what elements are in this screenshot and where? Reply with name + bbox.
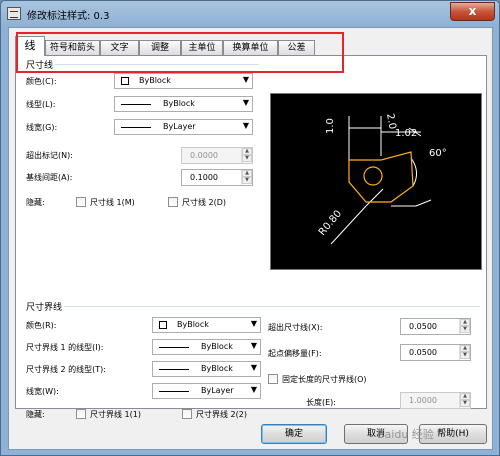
baseline-value: 0.1000 [190, 173, 218, 182]
lineweight-select[interactable]: ByLayer ▼ [114, 119, 253, 135]
ext-lineweight-label: 线宽(W): [26, 387, 59, 396]
tab-tolerances[interactable]: 公差 [278, 40, 315, 55]
suppress-ext-line-1-label: 尺寸界线 1(1) [90, 410, 141, 419]
watermark: Baidu 经验 [377, 428, 434, 441]
line-sample [121, 104, 151, 105]
spin-up-icon[interactable]: ▲ [242, 148, 252, 155]
preview-drawing: 1.0 2.0 1.02 60° R0.80 [317, 113, 447, 245]
extend-beyond-ticks-input[interactable]: 0.0000 ▲ ▼ [181, 147, 253, 164]
color-label: 颜色(C): [26, 77, 57, 86]
preview-angle: 60° [429, 148, 447, 159]
lineweight-label: 线宽(G): [26, 123, 58, 132]
line-sample [121, 127, 151, 128]
line-sample [159, 369, 189, 370]
length-label: 长度(E): [306, 398, 336, 407]
spin-down-icon[interactable]: ▼ [460, 400, 470, 407]
length-input[interactable]: 1.0000 ▲ ▼ [400, 392, 471, 409]
ext-linetype2-label: 尺寸界线 2 的线型(T): [26, 365, 106, 374]
dialog-window: 修改标注样式: 0.3 x 线 符号和箭头 文字 调整 主单位 换算单位 公差 … [0, 0, 500, 456]
spin-down-icon[interactable]: ▼ [460, 352, 470, 359]
group-divider [24, 306, 480, 307]
ext-lineweight-select[interactable]: ByLayer ▼ [152, 383, 261, 399]
chevron-down-icon: ▼ [242, 98, 249, 107]
extend-beyond-dim-label: 超出尺寸线(X): [268, 323, 323, 332]
preview-dim-c: 1.02 [395, 128, 417, 139]
ext-linetype1-select[interactable]: ByBlock ▼ [152, 339, 261, 355]
dimension-preview: 1.0 2.0 1.02 60° R0.80 [270, 93, 482, 270]
spin-up-icon[interactable]: ▲ [460, 393, 470, 400]
color-value: ByBlock [139, 76, 171, 85]
suppress-dim-line-2-checkbox[interactable] [168, 197, 178, 207]
baseline-spacing-input[interactable]: 0.1000 ▲ ▼ [181, 169, 253, 186]
spin-up-icon[interactable]: ▲ [242, 170, 252, 177]
ext-color-label: 颜色(R): [26, 321, 57, 330]
window-title: 修改标注样式: 0.3 [27, 11, 110, 22]
group-divider [24, 64, 259, 65]
tab-alternate-units[interactable]: 换算单位 [223, 40, 278, 55]
spin-down-icon[interactable]: ▼ [460, 326, 470, 333]
offset-value: 0.0500 [409, 348, 437, 357]
beyond-value: 0.0500 [409, 322, 437, 331]
suppress-ext-line-1-checkbox[interactable] [76, 409, 86, 419]
color-swatch [159, 321, 167, 329]
tab-symbols-arrows[interactable]: 符号和箭头 [45, 40, 100, 55]
ext-color-select[interactable]: ByBlock ▼ [152, 317, 261, 333]
linetype-select[interactable]: ByBlock ▼ [114, 96, 253, 112]
baseline-spacing-label: 基线间距(A): [26, 173, 73, 182]
linetype-value: ByBlock [163, 99, 195, 108]
extend-value: 0.0000 [190, 151, 218, 160]
suppress-ext-line-2-checkbox[interactable] [182, 409, 192, 419]
group-title-ext-lines: 尺寸界线 [24, 300, 65, 313]
lineweight-value: ByLayer [163, 122, 196, 131]
spin-up-icon[interactable]: ▲ [460, 319, 470, 326]
chevron-down-icon: ▼ [242, 75, 249, 84]
line-sample [159, 391, 189, 392]
extend-beyond-ticks-label: 超出标记(N): [26, 151, 73, 160]
origin-offset-label: 起点偏移量(F): [268, 349, 322, 358]
tab-lines[interactable]: 线 [15, 36, 45, 56]
spin-up-icon[interactable]: ▲ [460, 345, 470, 352]
suppress-ext-line-2-label: 尺寸界线 2(2) [196, 410, 247, 419]
suppress-dim-line-1-label: 尺寸线 1(M) [90, 198, 135, 207]
ext-linetype1-label: 尺寸界线 1 的线型(I): [26, 343, 104, 352]
spin-down-icon[interactable]: ▼ [242, 155, 252, 162]
linetype-label: 线型(L): [26, 100, 56, 109]
ext-linetype2-select[interactable]: ByBlock ▼ [152, 361, 261, 377]
ext-lineweight-value: ByLayer [201, 386, 234, 395]
chevron-down-icon: ▼ [242, 121, 249, 130]
title-bar: 修改标注样式: 0.3 x [1, 1, 499, 27]
fixed-length-checkbox[interactable] [268, 374, 278, 384]
suppress-label: 隐藏: [26, 198, 45, 207]
color-select[interactable]: ByBlock ▼ [114, 73, 253, 89]
tab-text[interactable]: 文字 [100, 40, 139, 55]
suppress-dim-line-1-checkbox[interactable] [76, 197, 86, 207]
ext-linetype1-value: ByBlock [201, 342, 233, 351]
app-icon [7, 7, 21, 20]
ext-color-value: ByBlock [177, 320, 209, 329]
ext-linetype2-value: ByBlock [201, 364, 233, 373]
tab-panel-lines: 尺寸线 颜色(C): ByBlock ▼ 线型(L): ByBlock ▼ 线宽… [15, 55, 487, 419]
length-value: 1.0000 [409, 396, 437, 405]
close-button[interactable]: x [450, 2, 495, 21]
preview-dim-a: 1.0 [325, 118, 336, 134]
line-sample [159, 347, 189, 348]
dialog-client: 线 符号和箭头 文字 调整 主单位 换算单位 公差 尺寸线 颜色(C): ByB… [8, 27, 493, 450]
ok-button[interactable]: 确定 [261, 424, 327, 444]
chevron-down-icon: ▼ [250, 363, 257, 372]
group-title-dim-lines: 尺寸线 [24, 58, 56, 71]
origin-offset-input[interactable]: 0.0500 ▲ ▼ [400, 344, 471, 361]
fixed-length-label: 固定长度的尺寸界线(O) [282, 375, 367, 384]
ext-suppress-label: 隐藏: [26, 410, 45, 419]
tab-fit[interactable]: 调整 [139, 40, 181, 55]
chevron-down-icon: ▼ [250, 319, 257, 328]
color-swatch [121, 77, 129, 85]
suppress-dim-line-2-label: 尺寸线 2(D) [182, 198, 227, 207]
spin-down-icon[interactable]: ▼ [242, 177, 252, 184]
extend-beyond-dim-input[interactable]: 0.0500 ▲ ▼ [400, 318, 471, 335]
chevron-down-icon: ▼ [250, 385, 257, 394]
tab-primary-units[interactable]: 主单位 [181, 40, 223, 55]
chevron-down-icon: ▼ [250, 341, 257, 350]
